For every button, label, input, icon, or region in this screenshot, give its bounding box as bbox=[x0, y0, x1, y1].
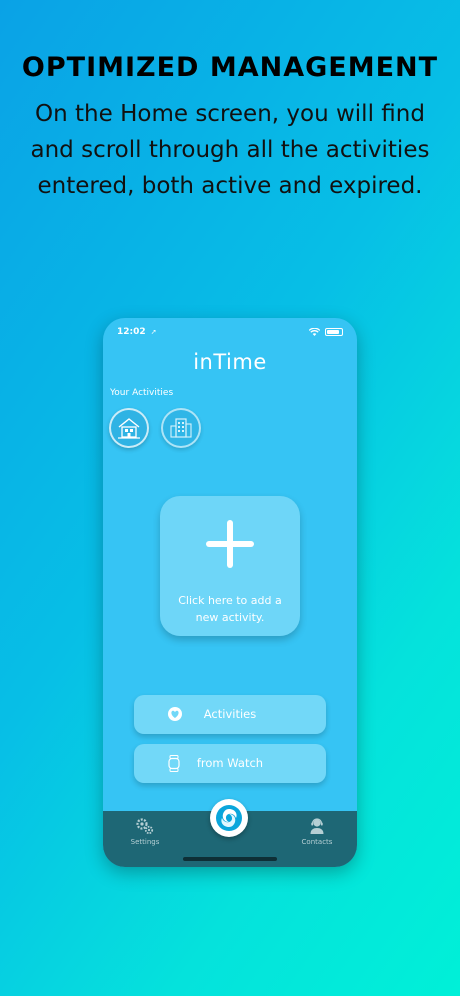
add-activity-card[interactable]: Click here to add a new activity. bbox=[160, 496, 300, 636]
app-title: inTime bbox=[193, 350, 267, 374]
building-icon bbox=[170, 418, 192, 438]
your-activities-label: Your Activities bbox=[110, 388, 174, 398]
from-watch-button[interactable]: from Watch bbox=[134, 744, 326, 783]
activities-button-label: Activities bbox=[203, 707, 257, 721]
headline: OPTIMIZED MANAGEMENT bbox=[21, 52, 439, 83]
home-indicator[interactable] bbox=[183, 857, 277, 861]
add-activity-text: Click here to add a new activity. bbox=[178, 594, 282, 624]
phone-screen: 12:02 ➚ inTime Your Activities Click her… bbox=[103, 318, 357, 867]
activity-item-building[interactable] bbox=[161, 408, 201, 448]
plus-icon bbox=[206, 520, 254, 568]
status-bar: 12:02 ➚ bbox=[117, 327, 343, 341]
battery-icon bbox=[325, 328, 343, 336]
tab-settings-label: Settings bbox=[130, 838, 160, 846]
house-icon bbox=[118, 418, 140, 439]
from-watch-button-label: from Watch bbox=[196, 756, 264, 770]
status-time: 12:02 bbox=[117, 327, 146, 337]
activity-item-house[interactable] bbox=[109, 408, 149, 448]
tab-contacts-label: Contacts bbox=[301, 838, 333, 846]
wifi-icon bbox=[309, 328, 320, 336]
center-logo-button[interactable] bbox=[210, 799, 248, 837]
tab-settings[interactable]: Settings bbox=[115, 817, 175, 846]
activities-button[interactable]: Activities bbox=[134, 695, 326, 734]
location-arrow-icon: ➚ bbox=[150, 328, 157, 336]
gears-icon bbox=[136, 818, 154, 835]
tab-bar: Settings Contacts bbox=[103, 799, 357, 867]
logo-swirl-icon bbox=[216, 805, 242, 831]
support-agent-icon bbox=[310, 818, 324, 834]
subtext: On the Home screen, you will find and sc… bbox=[30, 101, 430, 199]
tab-contacts[interactable]: Contacts bbox=[287, 817, 347, 846]
